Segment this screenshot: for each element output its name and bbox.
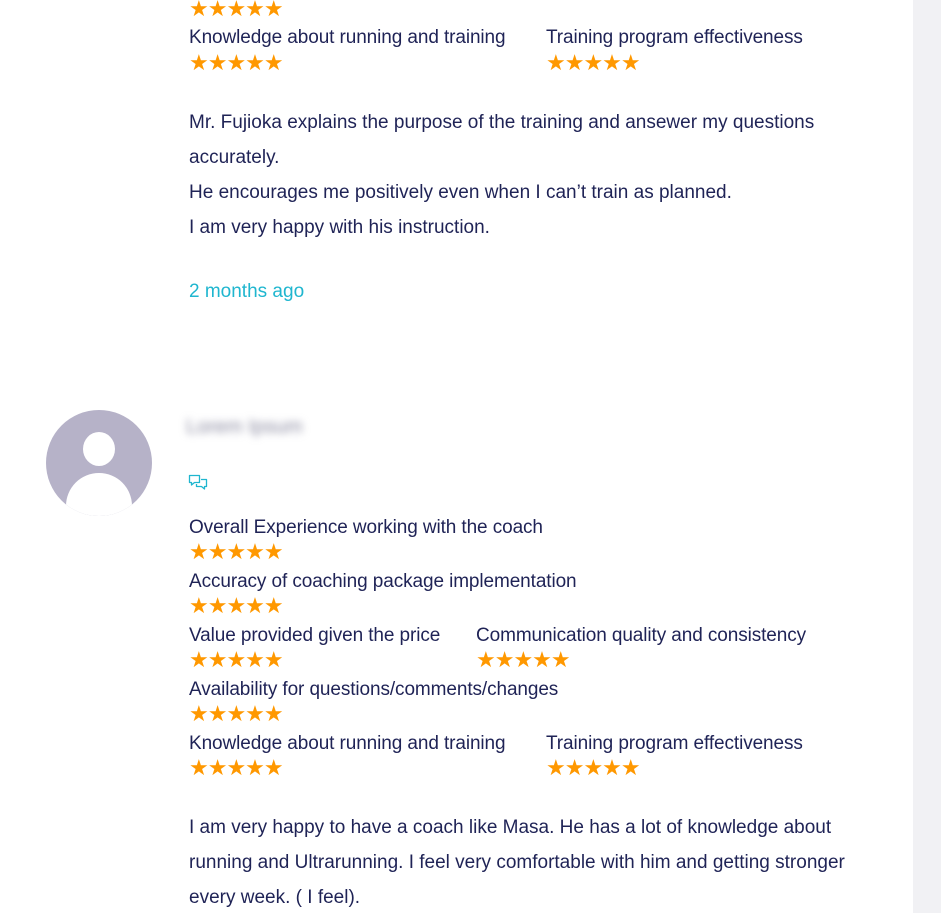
rating-label-effectiveness: Training program effectiveness — [546, 27, 803, 48]
rating-stars-availability: ★★★★★ — [189, 701, 284, 726]
rating-stars-availability: ★★★★★ — [189, 0, 284, 21]
rating-label-knowledge: Knowledge about running and training — [189, 27, 506, 48]
review-timestamp: 2 months ago — [189, 281, 305, 302]
rating-label-availability: Availability for questions/comments/chan… — [189, 679, 559, 700]
rating-label-accuracy: Accuracy of coaching package implementat… — [189, 571, 577, 592]
rating-label-value: Value provided given the price — [189, 625, 441, 646]
rating-label-communication: Communication quality and consistency — [476, 625, 807, 646]
review-paragraph: Mr. Fujioka explains the purpose of the … — [189, 112, 815, 168]
rating-stars-overall: ★★★★★ — [189, 539, 284, 564]
reviewer-name: Lorem Ipsum — [186, 416, 303, 438]
review-text: Mr. Fujioka explains the purpose of the … — [189, 105, 849, 245]
rating-label-overall: Overall Experience working with the coac… — [189, 517, 543, 538]
review-text: I am very happy to have a coach like Mas… — [189, 810, 849, 913]
review-paragraph: I am very happy to have a coach like Mas… — [189, 817, 845, 908]
reviews-panel: ★★★★★ Knowledge about running and traini… — [0, 0, 913, 913]
rating-stars-knowledge: ★★★★★ — [189, 50, 284, 75]
comment-icon[interactable] — [188, 473, 208, 493]
page-scroll-gutter[interactable] — [913, 0, 941, 913]
review-paragraph: He encourages me positively even when I … — [189, 182, 732, 203]
default-avatar-icon — [46, 410, 152, 516]
rating-stars-effectiveness: ★★★★★ — [546, 755, 641, 780]
rating-stars-effectiveness: ★★★★★ — [546, 50, 641, 75]
rating-stars-communication: ★★★★★ — [476, 647, 571, 672]
rating-stars-knowledge: ★★★★★ — [189, 755, 284, 780]
rating-label-knowledge: Knowledge about running and training — [189, 733, 506, 754]
rating-label-effectiveness: Training program effectiveness — [546, 733, 803, 754]
rating-stars-value: ★★★★★ — [189, 647, 284, 672]
rating-stars-accuracy: ★★★★★ — [189, 593, 284, 618]
review-paragraph: I am very happy with his instruction. — [189, 217, 490, 238]
